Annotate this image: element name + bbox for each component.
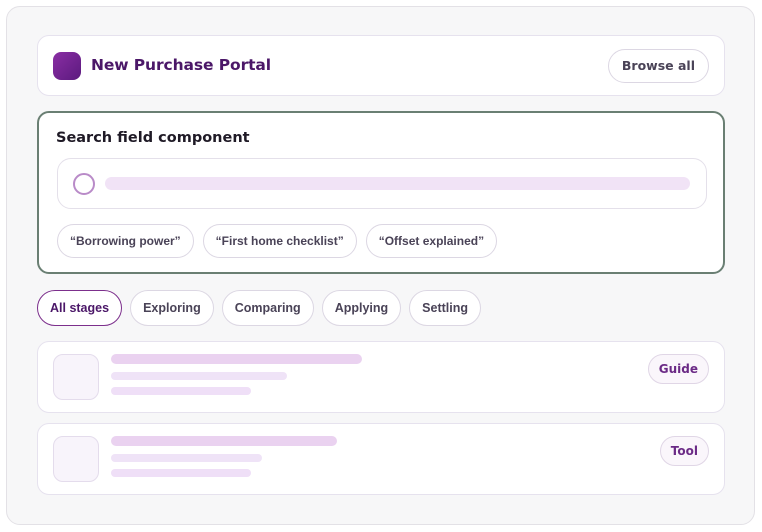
result-thumbnail: [53, 354, 99, 400]
filter-exploring[interactable]: Exploring: [130, 290, 214, 326]
result-meta-placeholder: [111, 387, 251, 395]
result-type-badge: Tool: [659, 436, 709, 466]
filter-settling[interactable]: Settling: [409, 290, 482, 326]
search-field-label: Search field component: [56, 130, 250, 146]
filter-all-stages[interactable]: All stages: [37, 290, 123, 326]
result-type-badge: Guide: [647, 354, 709, 384]
result-subtitle-placeholder: [111, 454, 262, 462]
filter-comparing[interactable]: Comparing: [221, 290, 314, 326]
result-meta-placeholder: [111, 469, 251, 477]
result-title-placeholder: [111, 354, 362, 364]
search-field-component: Search field component “Borrowing power”…: [37, 111, 725, 274]
result-card[interactable]: Guide: [37, 341, 725, 413]
stage-filter-bar: All stages Exploring Comparing Applying …: [37, 290, 482, 326]
suggestion-chip-first-home-checklist[interactable]: “First home checklist”: [202, 224, 357, 258]
portal-frame: New Purchase Portal Browse all Search fi…: [6, 6, 755, 525]
result-title-placeholder: [111, 436, 337, 446]
result-thumbnail: [53, 436, 99, 482]
search-icon: [73, 173, 95, 195]
suggestion-chip-borrowing-power[interactable]: “Borrowing power”: [57, 224, 194, 258]
page-title: New Purchase Portal: [91, 56, 271, 74]
search-input[interactable]: [105, 177, 690, 190]
result-card[interactable]: Tool: [37, 423, 725, 495]
search-box[interactable]: [57, 158, 707, 209]
search-suggestions: “Borrowing power” “First home checklist”…: [57, 224, 498, 258]
suggestion-chip-offset-explained[interactable]: “Offset explained”: [365, 224, 498, 258]
result-subtitle-placeholder: [111, 372, 287, 380]
browse-all-button[interactable]: Browse all: [607, 49, 709, 83]
filter-applying[interactable]: Applying: [321, 290, 402, 326]
portal-header: New Purchase Portal Browse all: [37, 35, 725, 96]
app-logo-icon: [53, 52, 81, 80]
